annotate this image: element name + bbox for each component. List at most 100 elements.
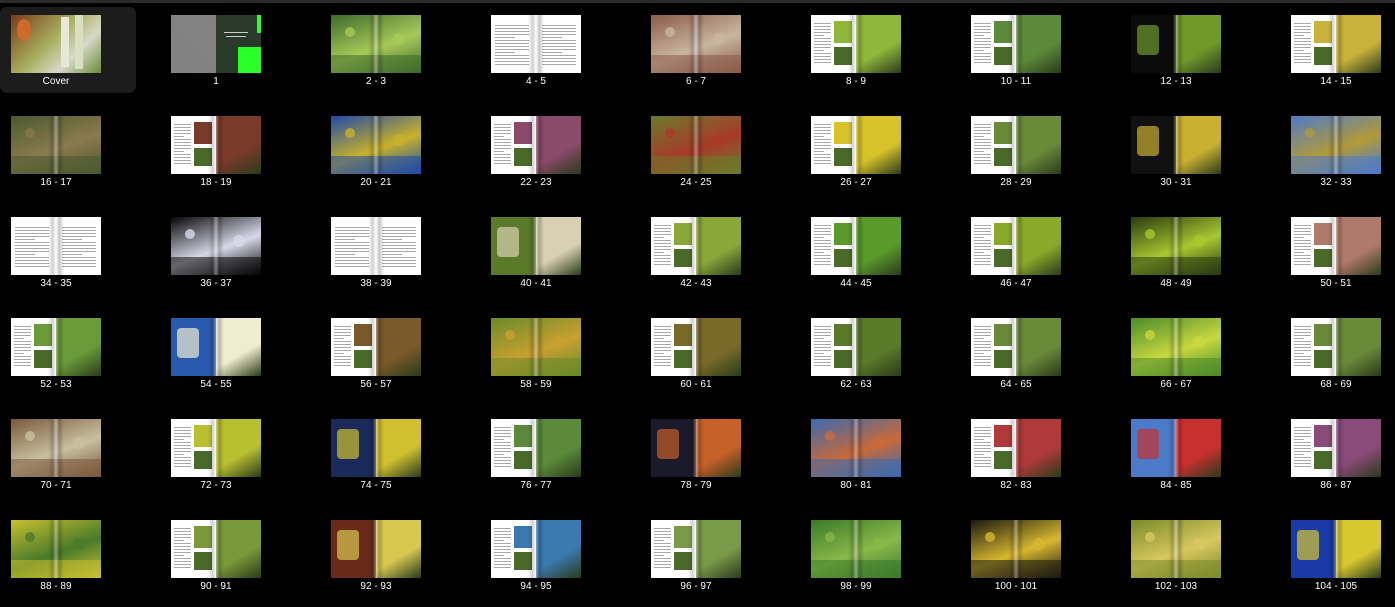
page-thumbnail[interactable]: 16 - 17 xyxy=(0,108,136,194)
book-spine xyxy=(848,116,864,174)
page-thumbnail[interactable]: 44 - 45 xyxy=(800,209,936,295)
text-line xyxy=(974,252,985,253)
text-line xyxy=(654,347,671,348)
page-thumbnail[interactable]: 48 - 49 xyxy=(1120,209,1256,295)
text-line xyxy=(814,240,831,241)
page-thumbnail-image xyxy=(811,217,901,275)
text-line xyxy=(495,25,529,26)
text-line xyxy=(814,124,831,125)
page-thumbnail[interactable]: 80 - 81 xyxy=(800,411,936,497)
page-thumbnail-label: 20 - 21 xyxy=(360,177,392,188)
page-thumbnail[interactable]: 58 - 59 xyxy=(480,310,616,396)
page-thumbnail[interactable]: 90 - 91 xyxy=(160,512,296,598)
book-spine xyxy=(1008,419,1024,477)
page-thumbnail-image xyxy=(1131,15,1221,73)
page-thumbnail-label: 4 - 5 xyxy=(525,76,546,87)
page-thumbnail[interactable]: 100 - 101 xyxy=(960,512,1096,598)
book-spine xyxy=(1168,116,1184,174)
page-thumbnail[interactable]: 1 xyxy=(160,7,296,93)
page-thumbnail[interactable]: 104 - 105 xyxy=(1280,512,1395,598)
page-thumbnail[interactable]: 24 - 25 xyxy=(640,108,776,194)
page-thumbnail[interactable]: 56 - 57 xyxy=(320,310,456,396)
page-thumbnail[interactable]: 78 - 79 xyxy=(640,411,776,497)
page-thumbnail[interactable]: 54 - 55 xyxy=(160,310,296,396)
text-line xyxy=(1294,240,1311,241)
page-thumbnail[interactable]: 98 - 99 xyxy=(800,512,936,598)
page-thumbnail[interactable]: 72 - 73 xyxy=(160,411,296,497)
text-line xyxy=(495,58,529,59)
text-line xyxy=(62,260,96,261)
page-thumbnail[interactable]: 60 - 61 xyxy=(640,310,776,396)
page-thumbnail[interactable]: 8 - 9 xyxy=(800,7,936,93)
page-thumbnail[interactable]: 34 - 35 xyxy=(0,209,136,295)
text-line xyxy=(494,148,511,149)
page-thumbnail[interactable]: 40 - 41 xyxy=(480,209,616,295)
text-line xyxy=(542,46,576,47)
text-line xyxy=(1294,463,1311,464)
page-thumbnail[interactable]: 2 - 3 xyxy=(320,7,456,93)
text-line xyxy=(974,457,991,458)
page-thumbnail[interactable]: 28 - 29 xyxy=(960,108,1096,194)
text-line xyxy=(1294,442,1311,443)
text-line xyxy=(174,439,185,440)
page-thumbnail[interactable]: 38 - 39 xyxy=(320,209,456,295)
text-line xyxy=(174,537,191,538)
page-thumbnail[interactable]: 52 - 53 xyxy=(0,310,136,396)
page-thumbnail[interactable]: 14 - 15 xyxy=(1280,7,1395,93)
page-thumbnail[interactable]: 6 - 7 xyxy=(640,7,776,93)
page-thumbnail-label: 6 - 7 xyxy=(685,76,706,87)
page-thumbnail[interactable]: 92 - 93 xyxy=(320,512,456,598)
text-line xyxy=(382,251,416,252)
page-thumbnail[interactable]: Cover xyxy=(0,7,136,93)
page-thumbnail[interactable]: 12 - 13 xyxy=(1120,7,1256,93)
page-thumbnail[interactable]: 42 - 43 xyxy=(640,209,776,295)
text-line xyxy=(814,335,831,336)
page-thumbnail[interactable]: 68 - 69 xyxy=(1280,310,1395,396)
page-thumbnail[interactable]: 94 - 95 xyxy=(480,512,616,598)
page-thumbnail[interactable]: 26 - 27 xyxy=(800,108,936,194)
page-thumbnail[interactable]: 20 - 21 xyxy=(320,108,456,194)
page-thumbnail[interactable]: 64 - 65 xyxy=(960,310,1096,396)
page-thumbnail[interactable]: 66 - 67 xyxy=(1120,310,1256,396)
photo-detail xyxy=(25,532,35,542)
text-line xyxy=(974,463,991,464)
page-thumbnail[interactable]: 36 - 37 xyxy=(160,209,296,295)
page-thumbnail[interactable]: 50 - 51 xyxy=(1280,209,1395,295)
page-thumbnail[interactable]: 96 - 97 xyxy=(640,512,776,598)
text-line xyxy=(495,55,529,56)
book-spine xyxy=(688,217,704,275)
text-line xyxy=(334,365,351,366)
page-thumbnail[interactable]: 46 - 47 xyxy=(960,209,1096,295)
text-line xyxy=(1294,44,1311,45)
page-thumbnail[interactable]: 18 - 19 xyxy=(160,108,296,194)
page-thumbnail[interactable]: 74 - 75 xyxy=(320,411,456,497)
page-thumbnail[interactable]: 32 - 33 xyxy=(1280,108,1395,194)
page-thumbnail[interactable]: 86 - 87 xyxy=(1280,411,1395,497)
page-thumbnail[interactable]: 62 - 63 xyxy=(800,310,936,396)
page-thumbnail[interactable]: 102 - 103 xyxy=(1120,512,1256,598)
text-line xyxy=(494,154,511,155)
page-thumbnail-label: 74 - 75 xyxy=(360,480,392,491)
page-thumbnail[interactable]: 70 - 71 xyxy=(0,411,136,497)
text-line xyxy=(814,157,831,158)
page-thumbnail[interactable]: 22 - 23 xyxy=(480,108,616,194)
text-line xyxy=(382,266,416,267)
text-line xyxy=(495,43,529,44)
page-thumbnail-label: 82 - 83 xyxy=(1000,480,1032,491)
text-line xyxy=(382,257,416,258)
page-thumbnail[interactable]: 82 - 83 xyxy=(960,411,1096,497)
text-line xyxy=(974,344,991,345)
page-thumbnail-image xyxy=(171,520,261,578)
text-line xyxy=(654,546,671,547)
text-line xyxy=(174,154,191,155)
page-thumbnail[interactable]: 4 - 5 xyxy=(480,7,616,93)
page-thumbnail[interactable]: 84 - 85 xyxy=(1120,411,1256,497)
page-thumbnail[interactable]: 30 - 31 xyxy=(1120,108,1256,194)
text-line xyxy=(494,543,511,544)
page-thumbnail[interactable]: 10 - 11 xyxy=(960,7,1096,93)
photo-detail xyxy=(177,328,199,358)
page-thumbnail[interactable]: 88 - 89 xyxy=(0,512,136,598)
page-thumbnail[interactable]: 76 - 77 xyxy=(480,411,616,497)
page-thumbnail-image xyxy=(1291,116,1381,174)
text-line xyxy=(814,252,825,253)
